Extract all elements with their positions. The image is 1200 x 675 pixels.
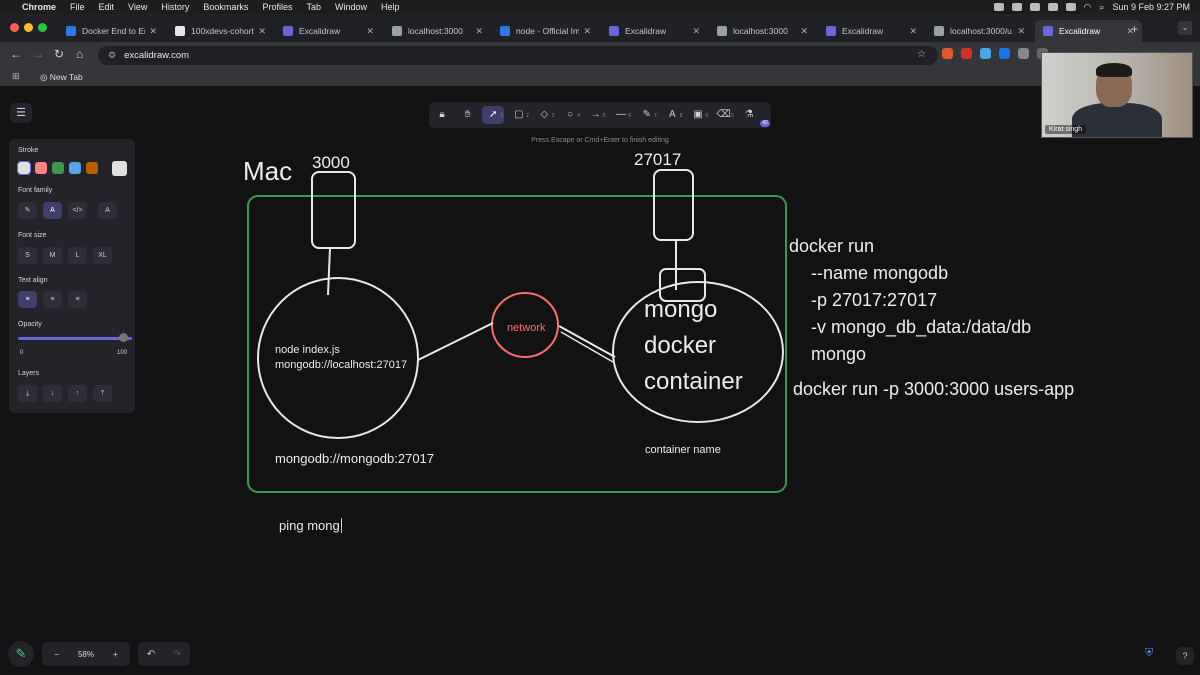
docker-run-line1[interactable]: docker run [789,236,874,257]
connector-line[interactable] [560,331,614,363]
docker-run-users-app[interactable]: docker run -p 3000:3000 users-app [793,379,1074,400]
docker-run-line5[interactable]: mongo [811,344,866,365]
presenter-name: Kirat singh [1045,125,1087,134]
port-3000-box[interactable] [311,171,356,249]
connector-line[interactable] [417,322,494,361]
ping-text-editing[interactable]: ping mong [279,518,342,533]
docker-run-line4[interactable]: -v mongo_db_data:/data/db [811,317,1031,338]
mac-label[interactable]: Mac [243,156,292,187]
mongo-label-line3[interactable]: container [644,368,743,396]
mongo-label-line2[interactable]: docker [644,332,716,360]
docker-run-line3[interactable]: -p 27017:27017 [811,290,937,311]
node-app-circle[interactable] [257,277,419,439]
connector-line[interactable] [558,325,616,358]
mongodb-url-text[interactable]: mongodb://mongodb:27017 [275,451,434,466]
presenter-hair [1096,63,1132,77]
connector-line[interactable] [327,247,331,296]
node-url-text[interactable]: mongodb://localhost:27017 [275,359,407,371]
mongo-label-line1[interactable]: mongo [644,296,717,324]
network-label[interactable]: network [507,322,546,334]
container-name-text[interactable]: container name [645,444,721,456]
port-3000-label[interactable]: 3000 [312,153,350,173]
port-27017-box[interactable] [653,169,694,241]
docker-run-line2[interactable]: --name mongodb [811,263,948,284]
port-27017-label[interactable]: 27017 [634,150,681,170]
node-command-text[interactable]: node index.js [275,344,340,356]
webcam-overlay: Kirat singh [1041,52,1193,138]
